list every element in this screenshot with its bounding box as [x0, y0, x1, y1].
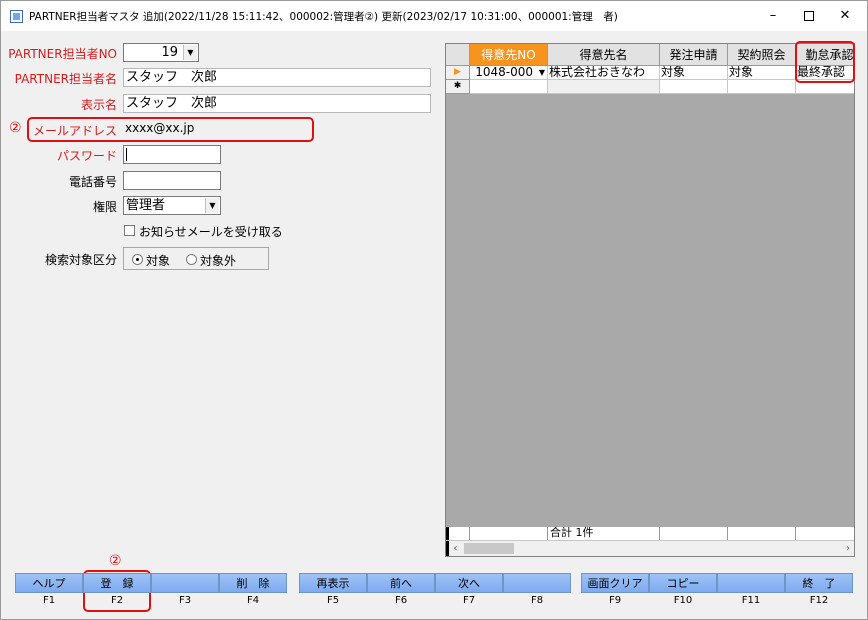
exit-button[interactable]: 終 了: [785, 573, 853, 593]
text-caret: [126, 148, 127, 161]
table-cell[interactable]: [728, 80, 796, 94]
title-bar[interactable]: PARTNER担当者マスタ 追加(2022/11/28 15:11:42、000…: [1, 1, 867, 31]
chevron-down-icon[interactable]: ▼: [539, 66, 545, 79]
column-header[interactable]: 得意先NO: [470, 44, 548, 66]
password-input[interactable]: [123, 145, 221, 164]
display-name-input[interactable]: スタッフ 次郎: [123, 94, 431, 113]
table-cell[interactable]: 対象: [660, 66, 728, 80]
email-input[interactable]: xxxx@xx.jp: [123, 120, 311, 139]
app-icon: [10, 10, 23, 23]
notify-checkbox[interactable]: [124, 225, 135, 236]
f3-button[interactable]: [151, 573, 219, 593]
close-button[interactable]: ✕: [827, 1, 863, 31]
table-cell[interactable]: [660, 80, 728, 94]
footer-cell: [728, 527, 796, 540]
maximize-icon: [804, 10, 814, 21]
fkey-label: F6: [394, 595, 408, 606]
help-button[interactable]: ヘルプ: [15, 573, 83, 593]
fkey-label: F11: [741, 595, 761, 606]
column-header[interactable]: 得意先名: [548, 44, 660, 66]
partner-no-select[interactable]: 19 ▼: [123, 43, 199, 62]
app-window: PARTNER担当者マスタ 追加(2022/11/28 15:11:42、000…: [0, 0, 868, 620]
row-selector-icon[interactable]: ▶: [446, 66, 470, 80]
notify-label: お知らせメールを受け取る: [139, 225, 283, 239]
scroll-left-icon[interactable]: ‹: [446, 541, 462, 556]
fkey-label: F12: [809, 595, 829, 606]
search-scope-label: 検索対象区分: [44, 253, 117, 267]
copy-button[interactable]: コピー: [649, 573, 717, 593]
role-select[interactable]: 管理者 ▼: [123, 196, 221, 215]
partner-name-input[interactable]: スタッフ 次郎: [123, 68, 431, 87]
fkey-label: F7: [462, 595, 476, 606]
email-label: メールアドレス: [32, 124, 117, 138]
fkey-label: F8: [530, 595, 544, 606]
footer-cell: [446, 527, 470, 540]
footer-cell: [796, 527, 854, 540]
fkey-label: F1: [42, 595, 56, 606]
annotation-marker-fkey: ②: [109, 553, 122, 569]
role-value: 管理者: [126, 198, 166, 213]
window-title: PARTNER担当者マスタ 追加(2022/11/28 15:11:42、000…: [29, 11, 618, 23]
password-label: パスワード: [56, 149, 117, 163]
scroll-thumb[interactable]: [464, 543, 514, 554]
fkey-label: F2: [110, 595, 124, 606]
footer-cell: [470, 527, 548, 540]
column-header[interactable]: 発注申請: [660, 44, 728, 66]
table-cell[interactable]: [548, 80, 660, 94]
search-scope-group: 対象 対象外: [123, 247, 269, 270]
scope-radio-nontarget[interactable]: [186, 254, 197, 265]
fkey-label: F5: [326, 595, 340, 606]
scope-option-target: 対象: [146, 254, 171, 268]
table-cell[interactable]: [470, 80, 548, 94]
f11-button[interactable]: [717, 573, 785, 593]
chevron-down-icon[interactable]: ▼: [205, 198, 219, 213]
chevron-down-icon[interactable]: ▼: [183, 45, 197, 60]
scope-radio-target[interactable]: [132, 254, 143, 265]
next-button[interactable]: 次へ: [435, 573, 503, 593]
footer-cell: [660, 527, 728, 540]
clear-screen-button[interactable]: 画面クリア: [581, 573, 649, 593]
refresh-button[interactable]: 再表示: [299, 573, 367, 593]
display-name-label: 表示名: [80, 98, 117, 112]
annotation-marker-email: ②: [9, 120, 22, 136]
fkey-label: F9: [608, 595, 622, 606]
f8-button[interactable]: [503, 573, 571, 593]
fkey-label: F10: [673, 595, 693, 606]
new-row-icon[interactable]: ✱: [446, 80, 470, 94]
register-button[interactable]: 登 録: [83, 573, 151, 593]
role-label: 権限: [92, 200, 117, 214]
customer-grid[interactable]: 得意先NO 得意先名 発注申請 契約照会 勤怠承認 ▶ 1048-000 ▼ 株…: [445, 43, 855, 557]
fkey-label: F3: [178, 595, 192, 606]
grid-corner: [446, 44, 470, 66]
maximize-button[interactable]: [791, 1, 827, 31]
partner-no-value: 19: [161, 45, 178, 60]
phone-input[interactable]: [123, 171, 221, 190]
scroll-right-icon[interactable]: ›: [840, 541, 854, 556]
horizontal-scrollbar[interactable]: ‹ ›: [446, 540, 854, 556]
cell-customer-no: 1048-000: [475, 66, 533, 79]
grid-total: 合計 1件: [548, 527, 660, 540]
scope-option-nontarget: 対象外: [200, 254, 237, 268]
fkey-label: F4: [246, 595, 260, 606]
previous-button[interactable]: 前へ: [367, 573, 435, 593]
partner-no-label: PARTNER担当者NO: [8, 47, 117, 61]
column-header[interactable]: 契約照会: [728, 44, 796, 66]
partner-name-label: PARTNER担当者名: [14, 72, 117, 86]
minimize-button[interactable]: –: [755, 1, 791, 31]
table-cell[interactable]: 対象: [728, 66, 796, 80]
table-cell[interactable]: 1048-000 ▼: [470, 66, 548, 80]
phone-label: 電話番号: [68, 175, 117, 189]
table-cell[interactable]: 株式会社おきなわ: [548, 66, 660, 80]
delete-button[interactable]: 削 除: [219, 573, 287, 593]
column-highlight: [795, 41, 855, 83]
